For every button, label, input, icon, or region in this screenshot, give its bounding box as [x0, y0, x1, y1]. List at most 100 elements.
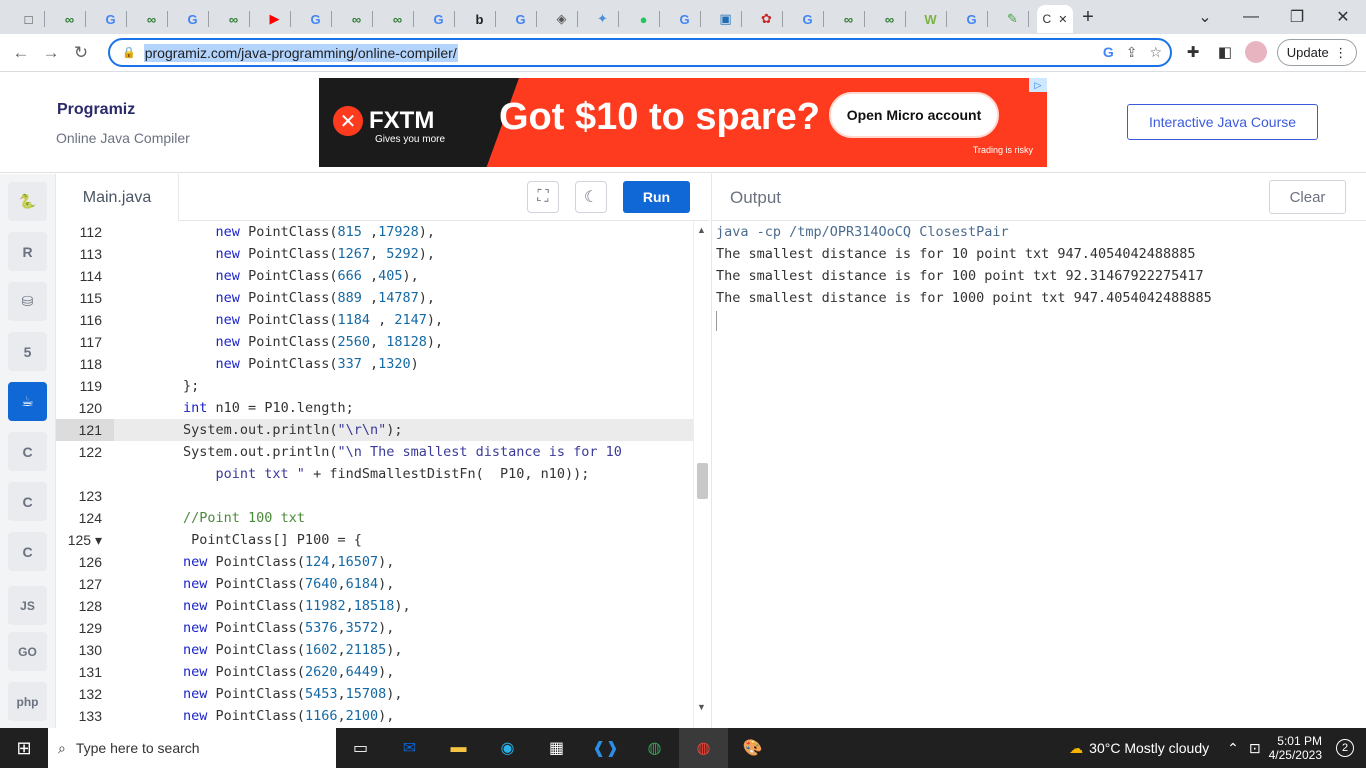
close-tab-icon[interactable]: ✕ [1058, 13, 1067, 26]
code-line[interactable]: 117 new PointClass(2560, 18128), [56, 331, 693, 353]
fullscreen-icon[interactable]: ⛶ [527, 181, 559, 213]
scrollbar-thumb[interactable] [697, 463, 708, 499]
chrome-icon[interactable]: ◍ [630, 728, 679, 768]
google-lens-icon[interactable]: G [1103, 44, 1114, 61]
bookmark-star-icon[interactable]: ☆ [1149, 44, 1162, 61]
forward-icon[interactable]: → [36, 43, 66, 63]
code-line[interactable]: 133 new PointClass(1166,2100), [56, 705, 693, 727]
minimize-button[interactable]: — [1228, 0, 1274, 34]
browser-tab[interactable]: ∞ [832, 5, 873, 33]
windows-start-icon[interactable]: ⊞ [0, 728, 48, 768]
sidebar-item-5[interactable]: 5 [8, 332, 47, 371]
browser-tab[interactable]: W [914, 5, 955, 33]
browser-tab[interactable]: ✿ [750, 5, 791, 33]
chrome-profile-icon[interactable]: ◍ [679, 728, 728, 768]
edge-icon[interactable]: ◉ [483, 728, 532, 768]
tray-expand-icon[interactable]: ⌃ [1227, 740, 1239, 757]
sidebar-item-r[interactable]: R [8, 232, 47, 271]
code-line[interactable]: 124 //Point 100 txt [56, 507, 693, 529]
extensions-icon[interactable]: ✚ [1181, 40, 1205, 64]
browser-tab[interactable]: G [299, 5, 340, 33]
advertisement-banner[interactable]: ✕ FXTM Gives you more Got $10 to spare? … [319, 78, 1047, 167]
new-tab-button[interactable]: + [1073, 6, 1103, 29]
scroll-up-icon[interactable]: ▲ [697, 225, 706, 235]
browser-tab[interactable]: G [422, 5, 463, 33]
interactive-course-button[interactable]: Interactive Java Course [1127, 104, 1318, 140]
sidebar-item-cpp[interactable]: C [8, 482, 47, 521]
code-line[interactable]: 130 new PointClass(1602,21185), [56, 639, 693, 661]
code-line[interactable]: 131 new PointClass(2620,6449), [56, 661, 693, 683]
network-icon[interactable]: ⊡ [1249, 740, 1261, 757]
code-editor[interactable]: 112 new PointClass(815 ,17928), 113 new P… [56, 221, 693, 728]
sidebar-item-php[interactable]: php [8, 682, 47, 721]
code-line[interactable]: 112 new PointClass(815 ,17928), [56, 221, 693, 243]
code-line[interactable]: 115 new PointClass(889 ,14787), [56, 287, 693, 309]
weather-icon[interactable]: ☁ [1069, 740, 1083, 757]
code-line[interactable]: 132 new PointClass(5453,15708), [56, 683, 693, 705]
code-line[interactable]: 116 new PointClass(1184 , 2147), [56, 309, 693, 331]
code-line[interactable]: 129 new PointClass(5376,3572), [56, 617, 693, 639]
browser-tab[interactable]: ✦ [586, 5, 627, 33]
back-icon[interactable]: ← [6, 43, 36, 63]
sidebar-item-c[interactable]: C [8, 432, 47, 471]
vscode-icon[interactable]: ❰❱ [581, 728, 630, 768]
code-line[interactable]: 127 new PointClass(7640,6184), [56, 573, 693, 595]
run-button[interactable]: Run [623, 181, 690, 213]
code-line[interactable]: 120 int n10 = P10.length; [56, 397, 693, 419]
task-view-icon[interactable]: ▭ [336, 728, 385, 768]
code-line[interactable]: 119 }; [56, 375, 693, 397]
code-line[interactable]: 114 new PointClass(666 ,405), [56, 265, 693, 287]
code-line[interactable]: 128 new PointClass(11982,18518), [56, 595, 693, 617]
taskbar-search[interactable]: ⌕ Type here to search [48, 728, 336, 768]
output-console[interactable]: java -cp /tmp/OPR314OoCQ ClosestPair The … [711, 221, 1366, 728]
notifications-badge[interactable]: 2 [1336, 739, 1354, 757]
active-tab[interactable]: C ✕ [1037, 5, 1073, 33]
code-line[interactable]: 113 new PointClass(1267, 5292), [56, 243, 693, 265]
tab-search-icon[interactable]: ⌄ [1182, 0, 1228, 34]
sidebar-item-go[interactable]: GO [8, 632, 47, 671]
browser-tab[interactable]: ◈ [545, 5, 586, 33]
code-line[interactable]: 125 ▾ PointClass[] P100 = { [56, 529, 693, 551]
share-icon[interactable]: ⇪ [1126, 44, 1138, 61]
browser-tab[interactable]: ∞ [53, 5, 94, 33]
sidebar-item-py[interactable]: 🐍 [8, 182, 47, 221]
browser-tab[interactable]: G [94, 5, 135, 33]
code-line[interactable]: 122 System.out.println("\n The smallest … [56, 441, 693, 463]
sidebar-item-js[interactable]: JS [8, 586, 47, 625]
browser-tab[interactable]: ∞ [381, 5, 422, 33]
profile-avatar[interactable] [1245, 41, 1267, 63]
browser-tab[interactable]: G [668, 5, 709, 33]
browser-tab[interactable]: G [791, 5, 832, 33]
weather-text[interactable]: 30°C Mostly cloudy [1089, 740, 1209, 756]
browser-tab[interactable]: G [955, 5, 996, 33]
code-line[interactable]: 123 [56, 485, 693, 507]
code-line[interactable]: point txt " + findSmallestDistFn( P10, n… [56, 463, 693, 485]
scroll-down-icon[interactable]: ▼ [697, 702, 706, 712]
omnibox[interactable]: 🔒 programiz.com/java-programming/online-… [108, 38, 1172, 67]
programiz-logo[interactable]: Programiz [57, 101, 135, 119]
adchoices-icon[interactable]: ▷ [1029, 78, 1047, 92]
close-window-button[interactable]: ✕ [1320, 0, 1366, 34]
browser-tab[interactable]: ▶ [258, 5, 299, 33]
url-text[interactable]: programiz.com/java-programming/online-co… [143, 43, 458, 62]
restore-button[interactable]: ❐ [1274, 0, 1320, 34]
dark-mode-icon[interactable]: ☾ [575, 181, 607, 213]
browser-tab[interactable]: ✎ [996, 5, 1037, 33]
store-icon[interactable]: ▦ [532, 728, 581, 768]
update-button[interactable]: Update ⋮ [1277, 39, 1357, 66]
sidebar-item-db[interactable]: ⛁ [8, 282, 47, 321]
code-line[interactable]: 126 new PointClass(124,16507), [56, 551, 693, 573]
browser-tab[interactable]: G [176, 5, 217, 33]
browser-tab[interactable]: ● [627, 5, 668, 33]
file-explorer-icon[interactable]: ▬ [434, 728, 483, 768]
browser-tab[interactable]: ▣ [709, 5, 750, 33]
code-line[interactable]: 118 new PointClass(337 ,1320) [56, 353, 693, 375]
sidebar-item-java[interactable]: ☕ [8, 382, 47, 421]
file-tab-main-java[interactable]: Main.java [56, 174, 179, 221]
reload-icon[interactable]: ↻ [66, 43, 96, 63]
browser-tab[interactable]: G [504, 5, 545, 33]
browser-tab[interactable]: ∞ [135, 5, 176, 33]
paint-icon[interactable]: 🎨 [728, 728, 777, 768]
sidebar-item-csharp[interactable]: C [8, 532, 47, 571]
code-line[interactable]: 121 System.out.println("\r\n"); [56, 419, 693, 441]
